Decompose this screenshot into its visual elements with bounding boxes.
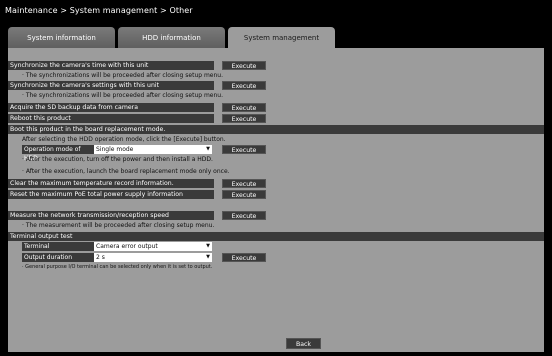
terminal-value: Camera error output (96, 243, 158, 250)
sd-backup-label: Acquire the SD backup data from camera (8, 103, 214, 112)
terminal-test-execute-button[interactable]: Execute (222, 253, 266, 262)
tab-system-management[interactable]: System management (228, 27, 335, 49)
sync-time-execute-button[interactable]: Execute (222, 61, 266, 70)
terminal-test-header: Terminal output test (8, 232, 544, 241)
reset-poe-label: Reset the maximum PoE total power supply… (8, 190, 214, 199)
setup-window: Maintenance > System management > Other … (0, 0, 552, 356)
board-replacement-header: Boot this product in the board replaceme… (8, 125, 544, 134)
reboot-execute-button[interactable]: Execute (222, 114, 266, 123)
tab-system-information[interactable]: System information (8, 27, 115, 49)
sync-time-note: · The synchronizations will be proceeded… (22, 72, 224, 79)
network-speed-label: Measure the network transmission/recepti… (8, 211, 214, 220)
tab-bar: System information HDD information Syste… (8, 27, 548, 49)
breadcrumb: Maintenance > System management > Other (5, 6, 193, 15)
chevron-down-icon: ▼ (206, 243, 210, 249)
terminal-label: Terminal (22, 242, 94, 251)
output-duration-label: Output duration (22, 253, 94, 262)
sync-settings-execute-button[interactable]: Execute (222, 81, 266, 90)
output-duration-value: 2 s (96, 254, 105, 261)
sync-settings-label: Synchronize the camera's settings with t… (8, 81, 214, 90)
sd-backup-execute-button[interactable]: Execute (222, 103, 266, 112)
board-replacement-instruction: After selecting the HDD operation mode, … (22, 136, 226, 143)
system-management-panel: Synchronize the camera's time with this … (8, 48, 544, 352)
terminal-test-note: · General purpose I/O terminal can be se… (22, 264, 213, 270)
reboot-label: Reboot this product (8, 114, 214, 123)
hdd-mode-label: Operation mode of HDD (22, 145, 94, 162)
sync-settings-note: · The synchronizations will be proceeded… (22, 92, 224, 99)
board-replacement-execute-button[interactable]: Execute (222, 145, 266, 154)
output-duration-select[interactable]: 2 s ▼ (94, 253, 212, 262)
network-speed-note: · The measurement will be proceeded afte… (22, 222, 215, 229)
reset-poe-execute-button[interactable]: Execute (222, 190, 266, 199)
back-button[interactable]: Back (286, 338, 321, 349)
clear-temperature-label: Clear the maximum temperature record inf… (8, 179, 214, 188)
sync-time-label: Synchronize the camera's time with this … (8, 61, 214, 70)
clear-temperature-execute-button[interactable]: Execute (222, 179, 266, 188)
tab-hdd-information[interactable]: HDD information (118, 27, 225, 49)
board-replacement-note-1: · After the execution, turn off the powe… (22, 156, 213, 163)
hdd-mode-value: Single mode (96, 146, 134, 153)
board-replacement-note-2: · After the execution, launch the board … (22, 168, 230, 175)
chevron-down-icon: ▼ (206, 254, 210, 260)
chevron-down-icon: ▼ (206, 146, 210, 152)
hdd-mode-select[interactable]: Single mode ▼ (94, 145, 212, 154)
network-speed-execute-button[interactable]: Execute (222, 211, 266, 220)
terminal-select[interactable]: Camera error output ▼ (94, 242, 212, 251)
